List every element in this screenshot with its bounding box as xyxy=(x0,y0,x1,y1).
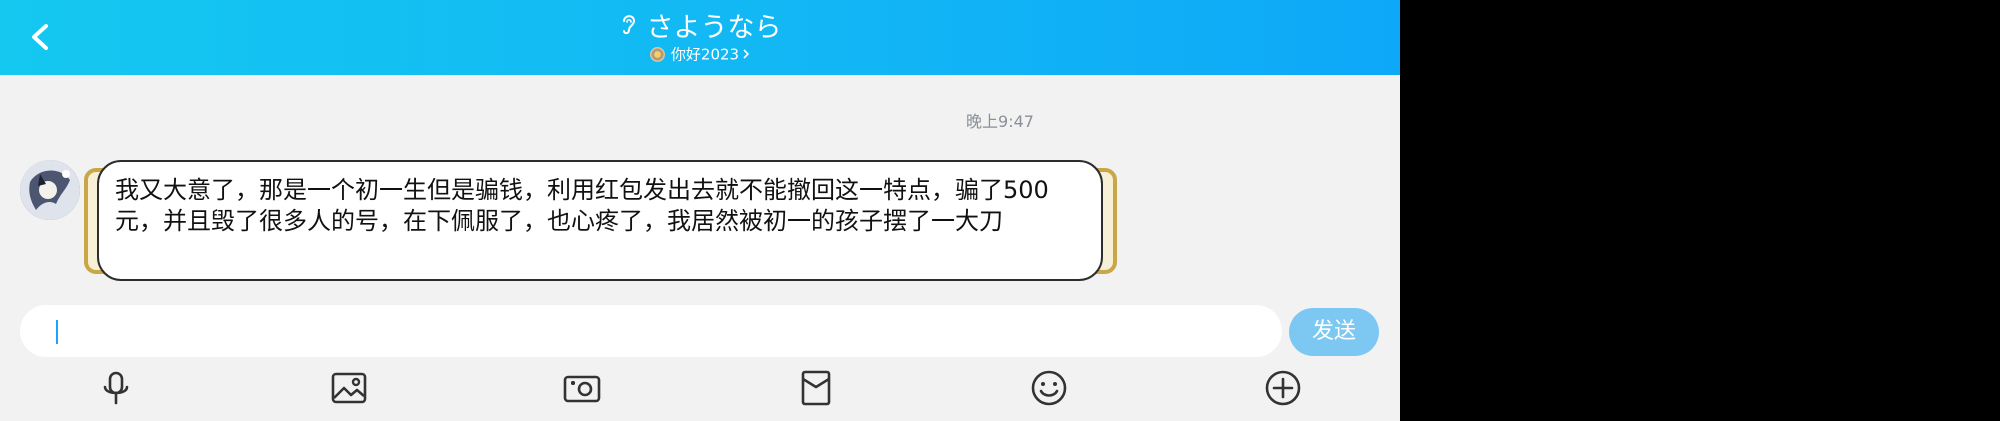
chat-title[interactable]: さようなら xyxy=(0,10,1400,47)
plus-icon xyxy=(1265,370,1301,406)
contact-name: さようなら xyxy=(646,12,782,44)
message-input[interactable] xyxy=(20,305,1282,357)
emoji-icon xyxy=(1031,370,1067,406)
contact-subtitle: 你好2023 xyxy=(670,45,740,64)
emoji-button[interactable] xyxy=(1029,368,1069,408)
microphone-icon xyxy=(103,371,129,405)
send-button[interactable]: 发送 xyxy=(1289,308,1379,356)
photo-button[interactable] xyxy=(329,368,369,408)
chat-app: さようなら 你好2023 晚上9:47 我又大意了，那是一个初一生但是骗钱，利用… xyxy=(0,0,1400,421)
chat-header: さようなら 你好2023 xyxy=(0,0,1400,75)
image-icon xyxy=(331,372,367,404)
avatar-image xyxy=(20,160,80,220)
message-text: 我又大意了，那是一个初一生但是骗钱，利用红包发出去就不能撤回这一特点，骗了500… xyxy=(115,176,1049,235)
red-packet-button[interactable] xyxy=(796,368,836,408)
red-packet-icon xyxy=(801,370,831,406)
chevron-right-icon xyxy=(742,45,750,65)
contact-status[interactable]: 你好2023 xyxy=(0,44,1400,65)
avatar[interactable] xyxy=(20,160,80,220)
camera-icon xyxy=(563,375,601,403)
message-timestamp: 晚上9:47 xyxy=(966,112,1034,131)
text-cursor xyxy=(56,320,58,344)
input-area: 发送 xyxy=(0,296,1400,421)
flower-icon xyxy=(649,47,665,62)
ear-icon xyxy=(619,11,639,47)
more-button[interactable] xyxy=(1263,368,1303,408)
camera-button[interactable] xyxy=(562,368,602,408)
voice-button[interactable] xyxy=(96,368,136,408)
